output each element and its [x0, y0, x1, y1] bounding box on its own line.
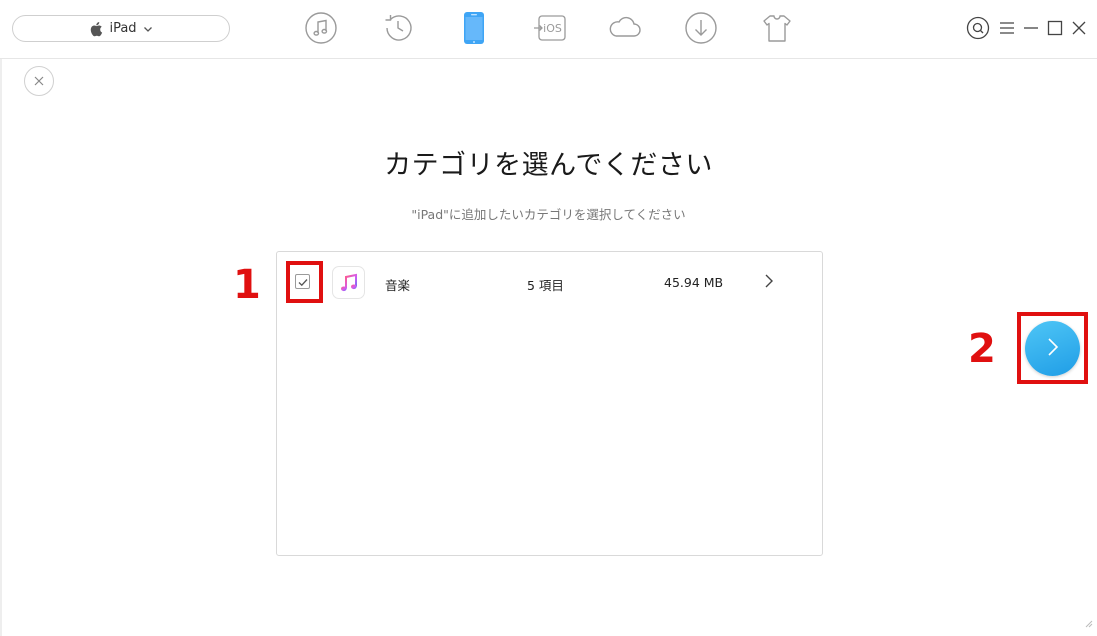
ios-transfer-nav-icon[interactable]: iOS	[532, 10, 568, 46]
close-window-icon[interactable]	[1069, 18, 1089, 38]
chevron-right-icon[interactable]	[763, 273, 775, 293]
device-name: iPad	[109, 21, 137, 36]
toolkit-nav-icon[interactable]	[759, 10, 795, 46]
history-nav-icon[interactable]	[380, 10, 416, 46]
device-selector[interactable]: iPad	[12, 15, 230, 42]
top-toolbar: iPad iOS	[0, 0, 1097, 59]
menu-icon[interactable]	[997, 18, 1017, 38]
apple-icon	[89, 21, 103, 37]
account-icon[interactable]	[966, 16, 990, 40]
resize-grip-icon[interactable]	[1085, 613, 1093, 632]
category-row-music[interactable]: 音楽 5 項目 45.94 MB	[277, 252, 822, 312]
category-size: 45.94 MB	[664, 275, 724, 290]
device-nav-icon[interactable]	[456, 10, 492, 46]
category-list: 音楽 5 項目 45.94 MB	[276, 251, 823, 556]
close-button[interactable]	[24, 66, 54, 96]
maximize-icon[interactable]	[1045, 18, 1065, 38]
step-number-1: 1	[233, 262, 261, 308]
step-number-2: 2	[968, 326, 996, 372]
close-icon	[33, 72, 45, 91]
category-count: 5 項目	[527, 278, 564, 293]
page-subtitle: "iPad"に追加したいカテゴリを選択してください	[411, 207, 686, 222]
page-title: カテゴリを選んでください	[384, 150, 713, 181]
music-app-icon	[332, 266, 365, 299]
minimize-icon[interactable]	[1021, 18, 1041, 38]
chevron-down-icon	[143, 25, 153, 33]
download-nav-icon[interactable]	[683, 10, 719, 46]
category-name: 音楽	[385, 278, 411, 293]
next-button-highlight-box	[1017, 312, 1088, 384]
svg-text:iOS: iOS	[543, 22, 562, 35]
cloud-nav-icon[interactable]	[607, 10, 643, 46]
checkbox-highlight-box	[286, 261, 323, 303]
music-nav-icon[interactable]	[303, 10, 339, 46]
